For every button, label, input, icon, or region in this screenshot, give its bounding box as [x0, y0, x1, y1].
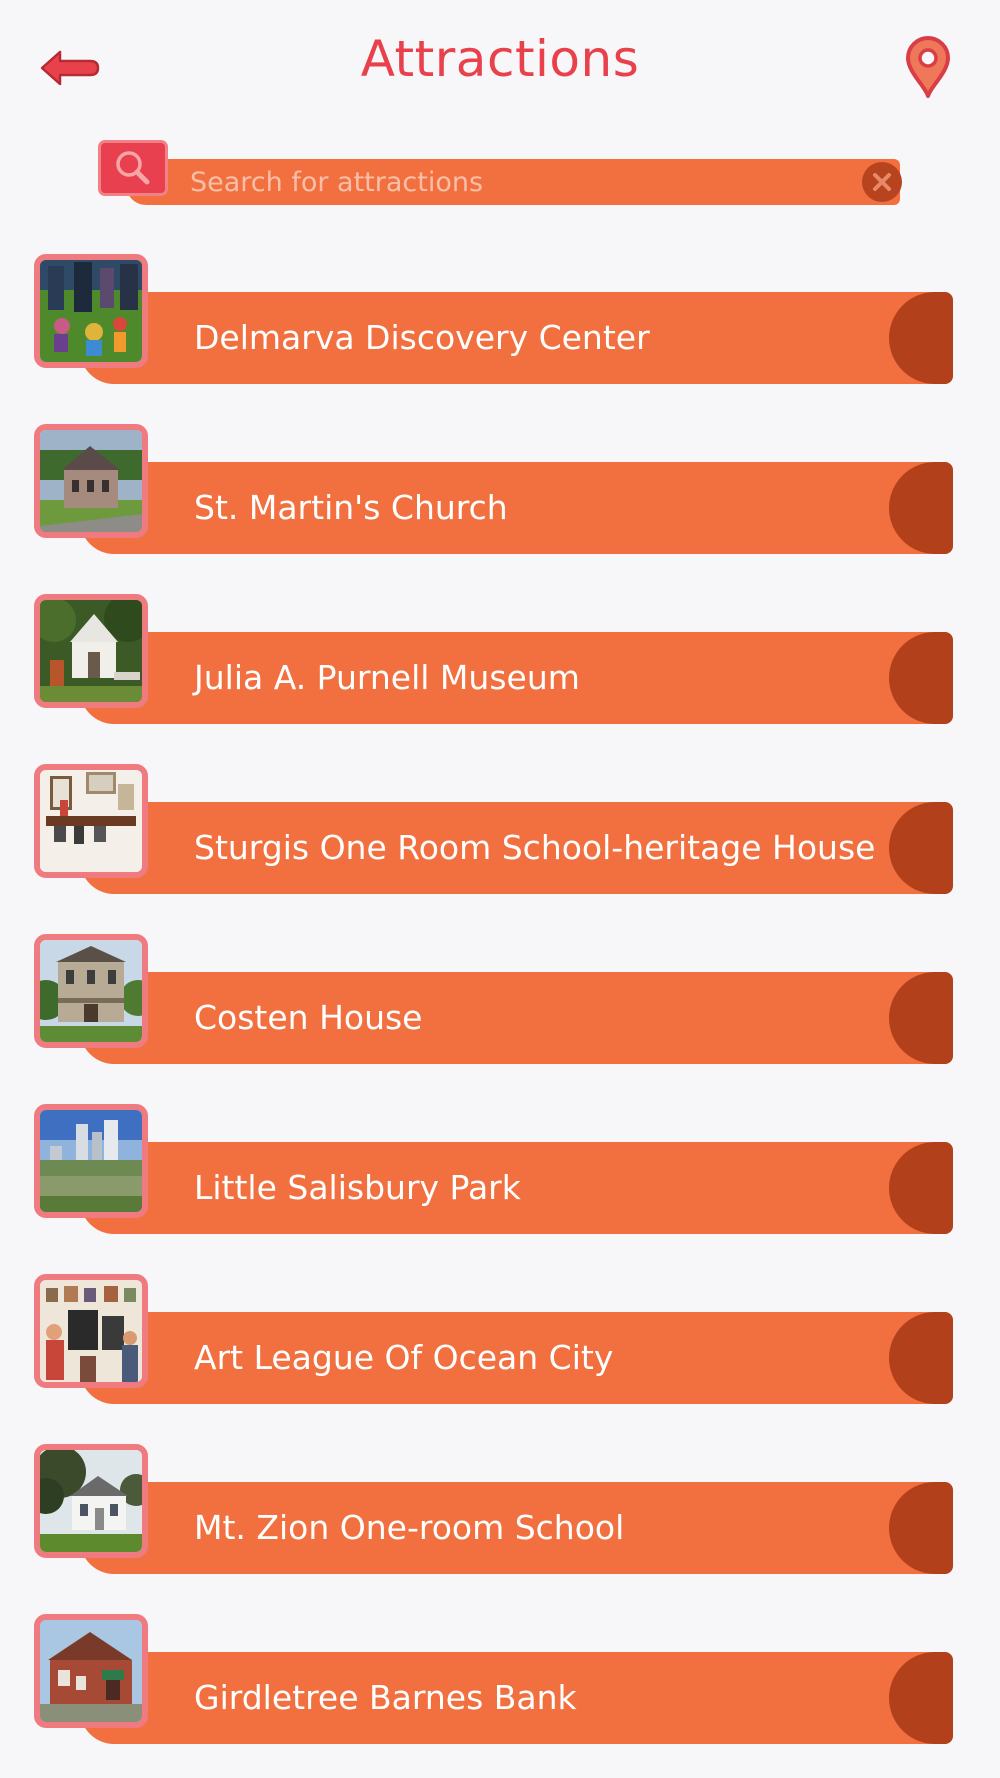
item-bar-cap — [889, 462, 953, 554]
interior-mantel-photo — [40, 770, 142, 872]
search-button[interactable] — [98, 140, 168, 196]
attraction-name: Julia A. Purnell Museum — [194, 658, 580, 697]
item-bar-cap — [889, 1142, 953, 1234]
list-item[interactable]: Art League Of Ocean City — [0, 1270, 1000, 1410]
attraction-name: Costen House — [194, 998, 423, 1037]
attraction-thumbnail — [34, 1614, 148, 1728]
page-title: Attractions — [360, 30, 640, 88]
attraction-thumbnail — [34, 254, 148, 368]
item-bar: Julia A. Purnell Museum — [80, 632, 953, 724]
attraction-name: Mt. Zion One-room School — [194, 1508, 625, 1547]
location-pin-icon — [906, 36, 950, 98]
attraction-thumbnail — [34, 424, 148, 538]
gallery-crowd-photo — [40, 1280, 142, 1382]
old-church-photo — [40, 430, 142, 532]
attraction-name: Little Salisbury Park — [194, 1168, 521, 1207]
item-bar: Art League Of Ocean City — [80, 1312, 953, 1404]
item-bar-cap — [889, 1652, 953, 1744]
attraction-name: Delmarva Discovery Center — [194, 318, 650, 357]
item-bar: Costen House — [80, 972, 953, 1064]
item-bar-cap — [889, 1312, 953, 1404]
list-item[interactable]: Costen House — [0, 930, 1000, 1070]
brick-bank-photo — [40, 1620, 142, 1722]
app-header: Attractions — [0, 0, 1000, 130]
search-bar — [98, 138, 902, 210]
map-button[interactable] — [903, 36, 953, 100]
kids-outdoor-photo — [40, 260, 142, 362]
item-bar: Mt. Zion One-room School — [80, 1482, 953, 1574]
attraction-name: Sturgis One Room School-heritage House — [194, 828, 876, 867]
item-bar-cap — [889, 632, 953, 724]
list-item[interactable]: Delmarva Discovery Center — [0, 250, 1000, 390]
attraction-name: Girdletree Barnes Bank — [194, 1678, 577, 1717]
white-chapel-photo — [40, 600, 142, 702]
close-icon — [873, 173, 891, 191]
item-bar: Little Salisbury Park — [80, 1142, 953, 1234]
white-schoolhouse-photo — [40, 1450, 142, 1552]
item-bar-cap — [889, 802, 953, 894]
attraction-thumbnail — [34, 1274, 148, 1388]
list-item[interactable]: Sturgis One Room School-heritage House — [0, 760, 1000, 900]
clear-search-button[interactable] — [862, 162, 902, 202]
list-item[interactable]: Little Salisbury Park — [0, 1100, 1000, 1240]
list-item[interactable]: Julia A. Purnell Museum — [0, 590, 1000, 730]
victorian-house-photo — [40, 940, 142, 1042]
item-bar: Sturgis One Room School-heritage House — [80, 802, 953, 894]
attraction-thumbnail — [34, 934, 148, 1048]
search-input[interactable] — [190, 159, 830, 207]
attraction-name: St. Martin's Church — [194, 488, 508, 527]
magnifier-icon — [116, 151, 150, 185]
park-river-photo — [40, 1110, 142, 1212]
attraction-thumbnail — [34, 1444, 148, 1558]
item-bar-cap — [889, 292, 953, 384]
attraction-thumbnail — [34, 764, 148, 878]
item-bar: Delmarva Discovery Center — [80, 292, 953, 384]
list-item[interactable]: Girdletree Barnes Bank — [0, 1610, 1000, 1750]
item-bar-cap — [889, 972, 953, 1064]
item-bar: St. Martin's Church — [80, 462, 953, 554]
list-item[interactable]: Mt. Zion One-room School — [0, 1440, 1000, 1580]
attraction-thumbnail — [34, 594, 148, 708]
item-bar-cap — [889, 1482, 953, 1574]
item-bar: Girdletree Barnes Bank — [80, 1652, 953, 1744]
attraction-name: Art League Of Ocean City — [194, 1338, 614, 1377]
list-item[interactable]: St. Martin's Church — [0, 420, 1000, 560]
attraction-thumbnail — [34, 1104, 148, 1218]
